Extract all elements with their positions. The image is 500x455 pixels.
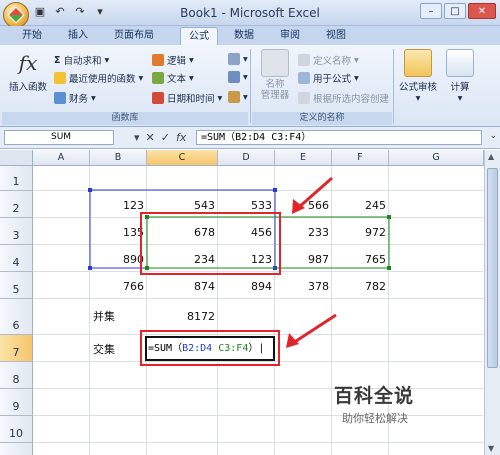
scroll-up-icon[interactable]: ▲ — [488, 152, 494, 161]
formula-auditing-button[interactable]: 公式审核 ▾ — [396, 49, 440, 104]
create-from-selection-icon — [298, 92, 310, 104]
more-functions-button[interactable]: ▾ — [228, 91, 248, 103]
range-handle — [387, 215, 391, 219]
arrow-to-formula — [292, 313, 337, 345]
calendar-icon — [152, 92, 164, 104]
range-b2-d4-outline — [89, 189, 276, 269]
namebox-dropdown-icon[interactable]: ▾ — [134, 131, 140, 144]
recent-functions-button[interactable]: 最近使用的函数 ▾ — [54, 71, 143, 85]
group-separator — [393, 49, 394, 123]
tab-review[interactable]: 审阅 — [272, 27, 308, 45]
arrow-to-intersection-head — [292, 199, 305, 214]
maximize-button[interactable]: □ — [444, 3, 466, 19]
name-box[interactable]: SUM — [4, 130, 114, 145]
formula-input[interactable]: =SUM（B2:D4 C3:F4） — [196, 130, 482, 145]
lookup-button[interactable]: ▾ — [228, 53, 248, 65]
range-highlights — [88, 176, 391, 366]
audit-icon — [404, 49, 432, 77]
tab-data[interactable]: 数据 — [226, 27, 262, 45]
watermark-subtitle: 助你轻松解决 — [342, 412, 408, 425]
tab-page-layout[interactable]: 页面布局 — [106, 27, 162, 45]
calculation-button[interactable]: 计算 ▾ — [442, 49, 478, 104]
insert-function-icon[interactable]: fx — [176, 131, 186, 144]
use-in-formula-icon — [298, 72, 310, 84]
ribbon-tabs: 开始 插入 页面布局 公式 数据 审阅 视图 — [0, 26, 500, 45]
math-icon — [228, 71, 240, 83]
arrow-to-intersection — [297, 176, 333, 210]
create-from-selection-button[interactable]: 根据所选内容创建 — [298, 91, 389, 105]
group-label-defined-names: 定义的名称 — [252, 112, 392, 125]
range-handle — [88, 266, 92, 270]
insert-function-button[interactable]: fx 插入函数 — [6, 49, 50, 93]
scroll-down-icon[interactable]: ▼ — [488, 444, 494, 453]
text-icon — [152, 72, 164, 84]
tab-formulas[interactable]: 公式 — [180, 27, 218, 45]
calculator-icon — [446, 49, 474, 77]
math-button[interactable]: ▾ — [228, 71, 248, 83]
range-handle — [145, 215, 149, 219]
ribbon: fx 插入函数 Σ 自动求和 ▾ 最近使用的函数 ▾ 财务 ▾ 逻辑 ▾ 文本 ▾ 日期和… — [0, 45, 500, 127]
minimize-button[interactable]: – — [420, 3, 442, 19]
lookup-icon — [228, 53, 240, 65]
logical-button[interactable]: 逻辑 ▾ — [152, 53, 194, 67]
window-controls: – □ ✕ — [420, 3, 496, 19]
range-handle — [273, 188, 277, 192]
name-manager-button[interactable]: 名称 管理器 — [254, 49, 296, 101]
group-separator — [250, 49, 251, 123]
more-functions-icon — [228, 91, 240, 103]
vertical-scrollbar[interactable]: ▲ ▼ — [484, 150, 500, 455]
scrollbar-thumb[interactable] — [487, 168, 498, 368]
financial-button[interactable]: 财务 ▾ — [54, 91, 96, 105]
cancel-icon[interactable]: ✕ — [146, 131, 155, 144]
fx-icon: fx — [18, 51, 38, 75]
formula-bar: SUM ▾ ✕ ✓ fx =SUM（B2:D4 C3:F4） ⌄ — [0, 127, 500, 149]
title-bar: ▣ ↶ ↷ ▾ Book1 - Microsoft Excel – □ ✕ — [0, 0, 500, 28]
autosum-button[interactable]: Σ 自动求和 ▾ — [54, 53, 109, 68]
text-button[interactable]: 文本 ▾ — [152, 71, 194, 85]
watermark: 百科全说 助你轻松解决 — [334, 381, 414, 426]
star-icon — [54, 72, 66, 84]
datetime-button[interactable]: 日期和时间 ▾ — [152, 91, 222, 105]
formula-bar-buttons: ▾ ✕ ✓ fx — [134, 131, 186, 144]
sigma-icon: Σ — [54, 54, 61, 66]
tab-view[interactable]: 视图 — [318, 27, 354, 45]
formula-callout-box — [140, 330, 280, 366]
tab-insert[interactable]: 插入 — [60, 27, 96, 45]
range-handle — [145, 266, 149, 270]
range-handle — [387, 266, 391, 270]
expand-formula-bar-icon[interactable]: ⌄ — [489, 131, 497, 141]
close-button[interactable]: ✕ — [468, 3, 496, 19]
range-handle — [88, 188, 92, 192]
range-c3-f4-outline — [146, 216, 390, 269]
define-name-button[interactable]: 定义名称 ▾ — [298, 53, 359, 67]
enter-icon[interactable]: ✓ — [161, 131, 170, 144]
define-name-icon — [298, 54, 310, 66]
intersection-callout-box — [140, 212, 281, 275]
financial-icon — [54, 92, 66, 104]
use-in-formula-button[interactable]: 用于公式 ▾ — [298, 71, 359, 85]
group-label-function-library: 函数库 — [2, 112, 248, 125]
name-manager-icon — [261, 49, 289, 77]
tab-home[interactable]: 开始 — [14, 27, 50, 45]
logical-icon — [152, 54, 164, 66]
watermark-title: 百科全说 — [334, 385, 415, 407]
worksheet-grid[interactable]: A B C D E F G 1 2 3 4 5 6 7 8 9 10 11 12… — [0, 150, 500, 455]
